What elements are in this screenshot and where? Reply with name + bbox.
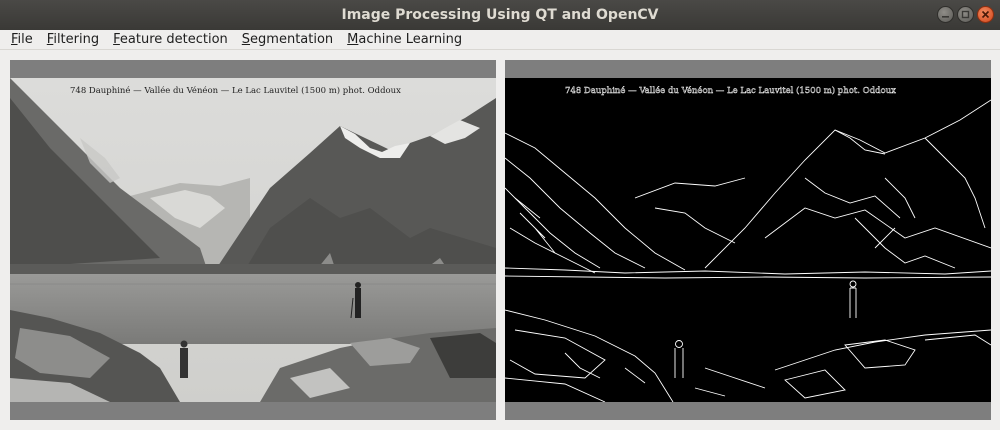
window-title: Image Processing Using QT and OpenCV xyxy=(341,7,659,23)
maximize-icon[interactable] xyxy=(957,6,974,23)
menu-feature-detection[interactable]: Feature detection xyxy=(106,30,235,50)
menu-file-label: ile xyxy=(17,31,33,47)
menu-machine-learning-mnemonic: M xyxy=(347,31,359,47)
original-image-panel: 748 Dauphiné — Vallée du Vénéon — Le Lac… xyxy=(10,60,496,420)
window-controls xyxy=(937,6,994,23)
close-icon[interactable] xyxy=(977,6,994,23)
original-image: 748 Dauphiné — Vallée du Vénéon — Le Lac… xyxy=(10,78,496,402)
menu-segmentation-mnemonic: S xyxy=(241,31,251,47)
menu-file[interactable]: File xyxy=(4,30,40,50)
menu-feature-detection-label: eature detection xyxy=(119,31,228,47)
menu-segmentation-label: egmentation xyxy=(250,31,334,47)
edge-detected-image: 748 Dauphiné — Vallée du Vénéon — Le Lac… xyxy=(505,78,991,402)
menu-bar: File Filtering Feature detection Segment… xyxy=(0,30,1000,50)
menu-filtering-label: iltering xyxy=(53,31,100,47)
processed-image-panel: 748 Dauphiné — Vallée du Vénéon — Le Lac… xyxy=(505,60,991,420)
menu-feature-detection-mnemonic: F xyxy=(113,31,120,47)
original-caption: 748 Dauphiné — Vallée du Vénéon — Le Lac… xyxy=(70,85,401,96)
menu-segmentation[interactable]: Segmentation xyxy=(235,30,340,50)
menu-machine-learning[interactable]: Machine Learning xyxy=(340,30,469,50)
minimize-icon[interactable] xyxy=(937,6,954,23)
title-bar: Image Processing Using QT and OpenCV xyxy=(0,0,1000,30)
menu-machine-learning-label: achine Learning xyxy=(358,31,463,47)
menu-filtering[interactable]: Filtering xyxy=(40,30,106,50)
processed-caption: 748 Dauphiné — Vallée du Vénéon — Le Lac… xyxy=(565,85,896,96)
